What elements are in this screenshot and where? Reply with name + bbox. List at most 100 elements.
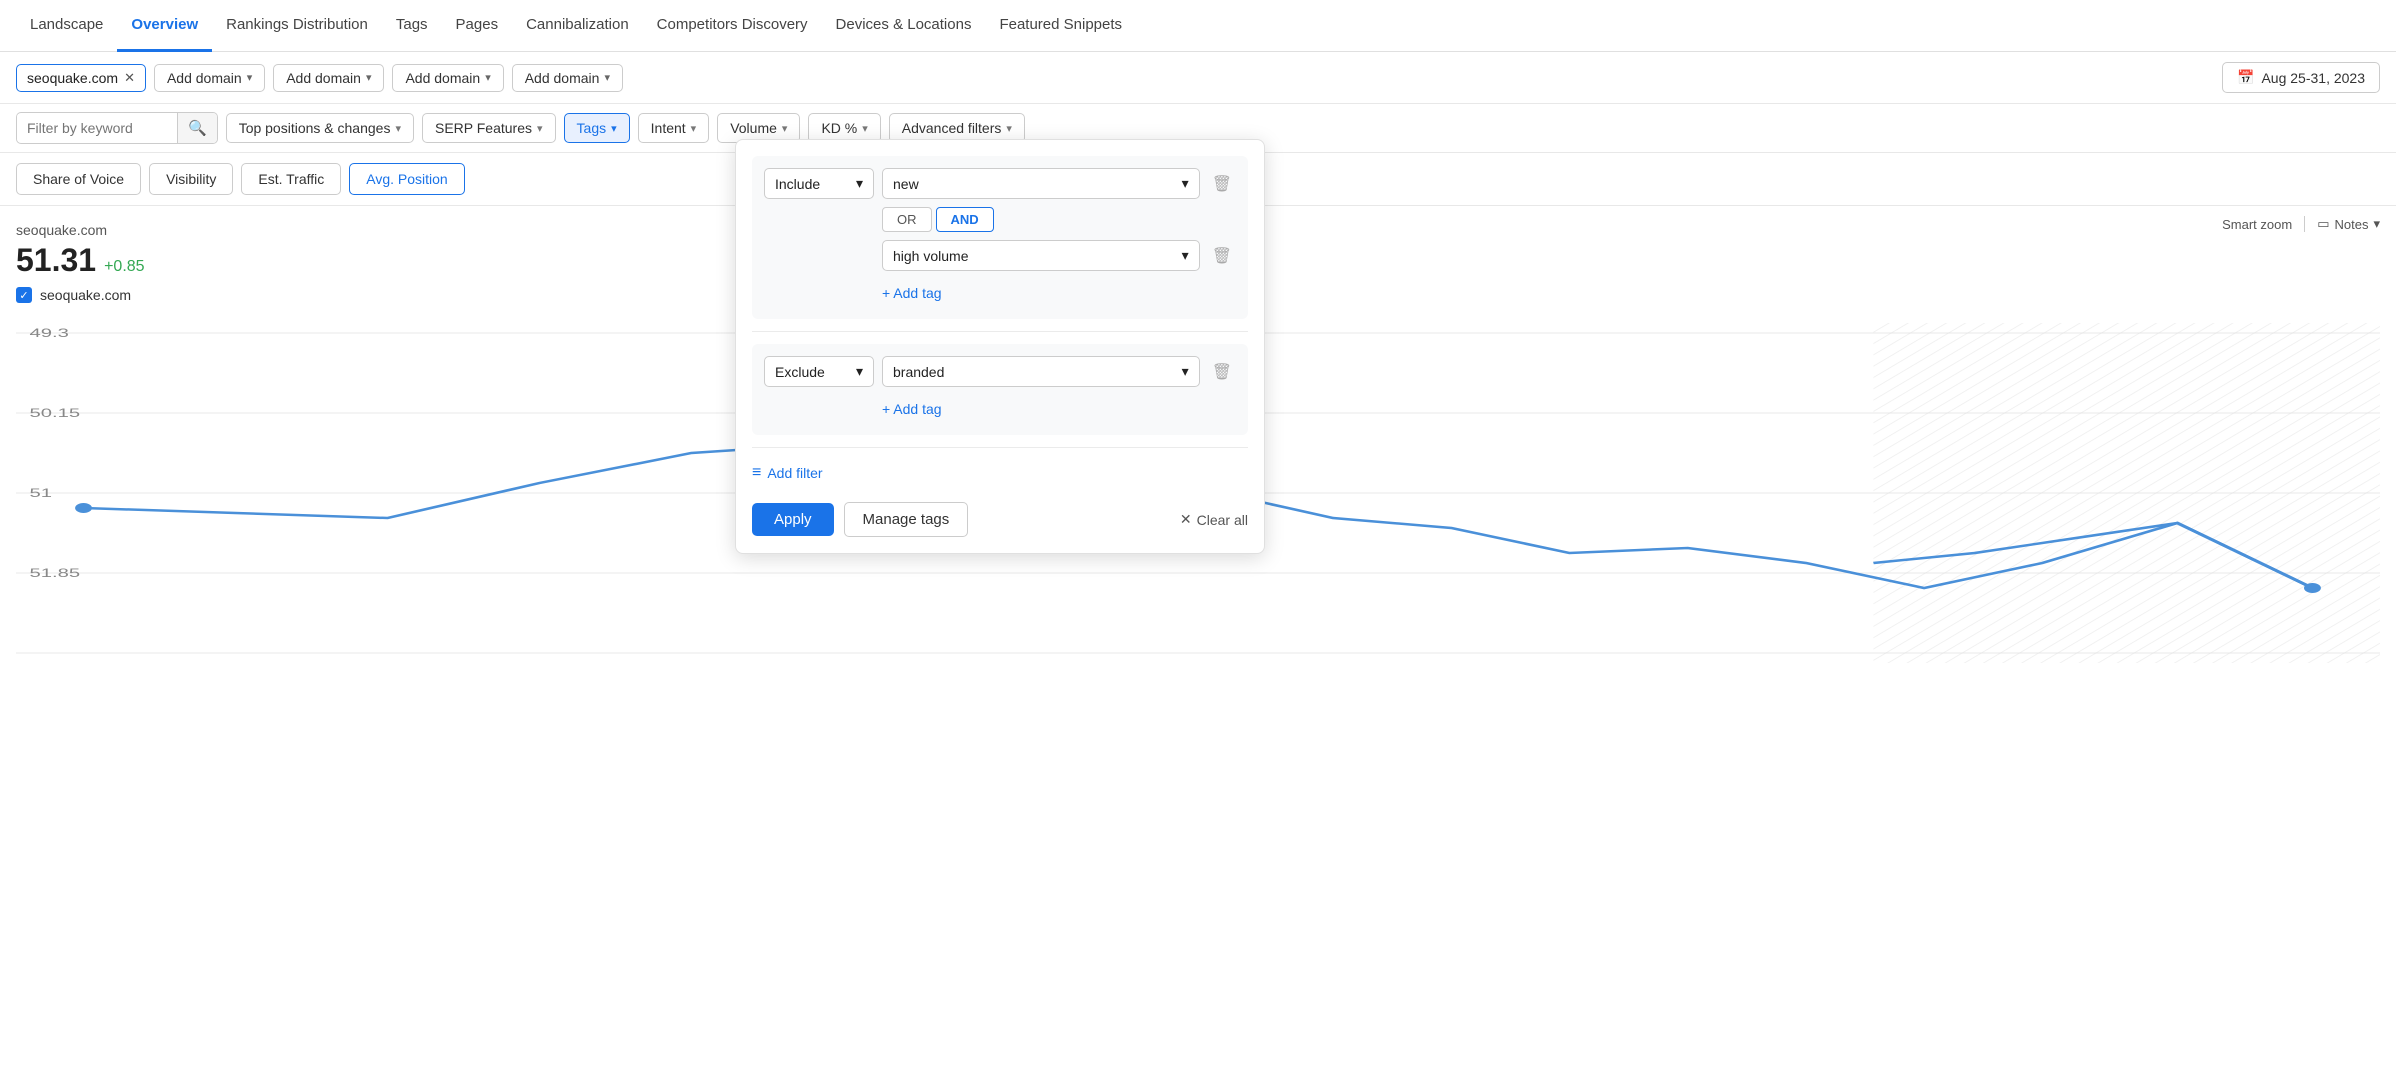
add-domain-button-4[interactable]: Add domain ▾ bbox=[512, 64, 623, 92]
search-button[interactable]: 🔍 bbox=[177, 113, 217, 143]
keyword-search-input[interactable] bbox=[17, 114, 177, 142]
add-domain-label-3: Add domain bbox=[405, 70, 480, 86]
exclude-filter-section: Exclude ▾ branded ▾ 🗑 + Add tag bbox=[752, 344, 1248, 435]
nav-landscape[interactable]: Landscape bbox=[16, 0, 117, 52]
svg-text:51: 51 bbox=[30, 486, 53, 500]
advanced-filters-label: Advanced filters bbox=[902, 120, 1002, 136]
clear-all-label: Clear all bbox=[1197, 512, 1248, 528]
chevron-down-icon-2: ▾ bbox=[366, 71, 372, 84]
section-divider-2 bbox=[752, 447, 1248, 448]
divider bbox=[2304, 216, 2305, 232]
date-range-label: Aug 25-31, 2023 bbox=[2261, 70, 2365, 86]
chevron-down-icon-4: ▾ bbox=[604, 71, 610, 84]
include-operator-label: Include bbox=[775, 176, 820, 192]
include-second-tag-select[interactable]: high volume ▾ bbox=[882, 240, 1200, 271]
dropdown-actions: Apply Manage tags ✕ Clear all bbox=[752, 502, 1248, 537]
delete-exclude-tag-button[interactable]: 🗑 bbox=[1208, 358, 1236, 386]
add-filter-row[interactable]: ≡ Add filter bbox=[752, 460, 1248, 486]
top-positions-filter-button[interactable]: Top positions & changes ▾ bbox=[226, 113, 414, 143]
add-domain-label-4: Add domain bbox=[525, 70, 600, 86]
include-tag-select[interactable]: new ▾ bbox=[882, 168, 1200, 199]
notes-icon: ▭ bbox=[2317, 216, 2329, 232]
nav-featured-snippets[interactable]: Featured Snippets bbox=[985, 0, 1136, 52]
section-divider bbox=[752, 331, 1248, 332]
domain-toolbar: seoquake.com ✕ Add domain ▾ Add domain ▾… bbox=[0, 52, 2396, 104]
volume-label: Volume bbox=[730, 120, 777, 136]
legend-label: seoquake.com bbox=[40, 287, 131, 303]
keyword-search-wrap: 🔍 bbox=[16, 112, 218, 144]
nav-devices-locations[interactable]: Devices & Locations bbox=[822, 0, 986, 52]
clear-all-button[interactable]: ✕ Clear all bbox=[1180, 511, 1248, 528]
include-filter-row-2: high volume ▾ 🗑 bbox=[882, 240, 1236, 271]
notes-label: Notes bbox=[2335, 217, 2369, 232]
chevron-down-icon: ▾ bbox=[395, 122, 401, 135]
svg-text:51.85: 51.85 bbox=[30, 566, 81, 580]
exclude-operator-select[interactable]: Exclude ▾ bbox=[764, 356, 874, 387]
chevron-down-icon: ▾ bbox=[1182, 247, 1189, 264]
filter-lines-icon: ≡ bbox=[752, 464, 761, 482]
or-button[interactable]: OR bbox=[882, 207, 932, 232]
top-navigation: Landscape Overview Rankings Distribution… bbox=[0, 0, 2396, 52]
chart-main-value: 51.31 bbox=[16, 242, 96, 279]
include-tag-value: new bbox=[893, 176, 919, 192]
intent-filter-button[interactable]: Intent ▾ bbox=[638, 113, 710, 143]
nav-pages[interactable]: Pages bbox=[442, 0, 513, 52]
tab-avg-position[interactable]: Avg. Position bbox=[349, 163, 464, 195]
chevron-down-icon: ▾ bbox=[537, 122, 543, 135]
legend-checkbox[interactable]: ✓ bbox=[16, 287, 32, 303]
and-button[interactable]: AND bbox=[936, 207, 994, 232]
exclude-add-tag-row[interactable]: + Add tag bbox=[764, 395, 1236, 423]
calendar-icon: 📅 bbox=[2237, 69, 2254, 86]
chevron-down-icon: ▾ bbox=[782, 122, 788, 135]
nav-overview[interactable]: Overview bbox=[117, 0, 212, 52]
include-filter-section: Include ▾ new ▾ 🗑 OR AND high volume ▾ bbox=[752, 156, 1248, 319]
chevron-down-icon: ▾ bbox=[856, 363, 863, 380]
notes-chevron: ▾ bbox=[2373, 216, 2380, 232]
add-domain-button-1[interactable]: Add domain ▾ bbox=[154, 64, 265, 92]
nav-rankings-distribution[interactable]: Rankings Distribution bbox=[212, 0, 382, 52]
chevron-down-icon: ▾ bbox=[1182, 175, 1189, 192]
serp-features-filter-button[interactable]: SERP Features ▾ bbox=[422, 113, 556, 143]
chevron-down-icon-1: ▾ bbox=[247, 71, 253, 84]
logic-row: OR AND bbox=[882, 207, 1236, 232]
add-domain-button-3[interactable]: Add domain ▾ bbox=[392, 64, 503, 92]
include-second-tag-value: high volume bbox=[893, 248, 969, 264]
top-positions-label: Top positions & changes bbox=[239, 120, 391, 136]
intent-label: Intent bbox=[651, 120, 686, 136]
chevron-down-icon: ▾ bbox=[691, 122, 697, 135]
tab-share-of-voice[interactable]: Share of Voice bbox=[16, 163, 141, 195]
manage-tags-button[interactable]: Manage tags bbox=[844, 502, 969, 537]
date-range-button[interactable]: 📅 Aug 25-31, 2023 bbox=[2222, 62, 2380, 93]
notes-button[interactable]: ▭ Notes ▾ bbox=[2317, 216, 2380, 232]
exclude-operator-label: Exclude bbox=[775, 364, 825, 380]
include-add-tag-row[interactable]: + Add tag bbox=[764, 279, 1236, 307]
include-filter-row-1: Include ▾ new ▾ 🗑 bbox=[764, 168, 1236, 199]
svg-text:49.3: 49.3 bbox=[30, 326, 69, 340]
kd-label: KD % bbox=[821, 120, 857, 136]
chart-top-right: Smart zoom ▭ Notes ▾ bbox=[2222, 216, 2380, 232]
serp-features-label: SERP Features bbox=[435, 120, 532, 136]
add-domain-button-2[interactable]: Add domain ▾ bbox=[273, 64, 384, 92]
nav-cannibalization[interactable]: Cannibalization bbox=[512, 0, 643, 52]
nav-tags[interactable]: Tags bbox=[382, 0, 442, 52]
delete-include-tag-button[interactable]: 🗑 bbox=[1208, 170, 1236, 198]
tags-filter-label: Tags bbox=[577, 120, 607, 136]
tab-visibility[interactable]: Visibility bbox=[149, 163, 233, 195]
remove-domain-button[interactable]: ✕ bbox=[124, 71, 135, 84]
close-icon: ✕ bbox=[1180, 511, 1192, 528]
chevron-down-icon: ▾ bbox=[862, 122, 868, 135]
nav-competitors-discovery[interactable]: Competitors Discovery bbox=[643, 0, 822, 52]
chart-delta: +0.85 bbox=[104, 258, 144, 276]
tab-est-traffic[interactable]: Est. Traffic bbox=[241, 163, 341, 195]
exclude-tag-value: branded bbox=[893, 364, 944, 380]
exclude-tag-select[interactable]: branded ▾ bbox=[882, 356, 1200, 387]
exclude-filter-row: Exclude ▾ branded ▾ 🗑 bbox=[764, 356, 1236, 387]
apply-button[interactable]: Apply bbox=[752, 503, 834, 536]
svg-text:50.15: 50.15 bbox=[30, 406, 81, 420]
chevron-down-icon: ▾ bbox=[1006, 122, 1012, 135]
chevron-down-icon: ▾ bbox=[611, 122, 617, 135]
include-operator-select[interactable]: Include ▾ bbox=[764, 168, 874, 199]
delete-second-include-tag-button[interactable]: 🗑 bbox=[1208, 242, 1236, 270]
tags-filter-button[interactable]: Tags ▾ bbox=[564, 113, 630, 143]
add-domain-label-1: Add domain bbox=[167, 70, 242, 86]
